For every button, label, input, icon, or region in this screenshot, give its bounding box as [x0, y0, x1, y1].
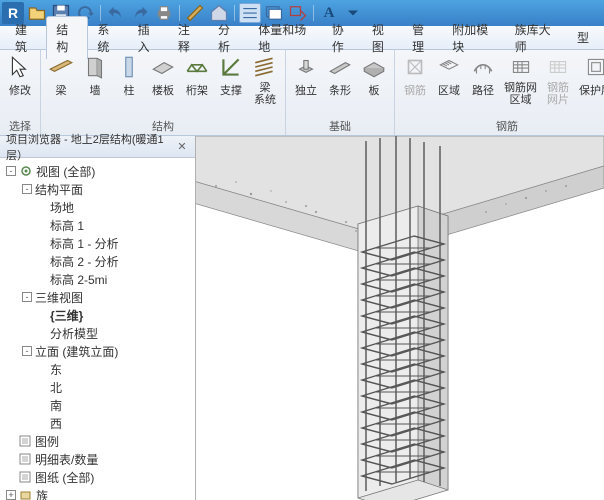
beam-system-icon: [252, 54, 278, 80]
tab-extra[interactable]: 型: [568, 25, 598, 50]
ribbon-group-structure: 梁 墙 柱 楼板 桁架 支撑 梁系统 结构: [41, 50, 286, 135]
tree-label: 明细表/数量: [35, 451, 98, 468]
ribbon: 修改 选择 梁 墙 柱 楼板 桁架 支撑 梁系统 结构 独立 条形 板 基础 钢…: [0, 50, 604, 136]
sheet-icon: [18, 453, 32, 465]
tree-row[interactable]: 标高 1: [2, 216, 193, 234]
tree-label: 标高 1 - 分析: [50, 235, 119, 252]
slab-button[interactable]: 板: [358, 52, 390, 100]
ribbon-group-rebar: 钢筋 区域 路径 钢筋网区域 钢筋网片 保护层 钢筋: [395, 50, 604, 135]
wall-button[interactable]: 墙: [79, 52, 111, 100]
brace-icon: [218, 54, 244, 80]
fabric-area-icon: [508, 54, 534, 80]
fabric-sheet-button[interactable]: 钢筋网片: [542, 52, 574, 108]
modify-label: 修改: [9, 82, 31, 98]
column-icon: [116, 54, 142, 80]
path-icon: [470, 54, 496, 80]
modify-button[interactable]: 修改: [4, 52, 36, 100]
tree-row[interactable]: 标高 2-5mi: [2, 270, 193, 288]
tree-label: 图纸 (全部): [35, 469, 94, 486]
browser-tree[interactable]: -视图 (全部)-结构平面 场地 标高 1 标高 1 - 分析 标高 2 - 分…: [0, 158, 195, 500]
beam-system-button[interactable]: 梁系统: [249, 52, 281, 108]
brace-button[interactable]: 支撑: [215, 52, 247, 100]
wall-icon: [82, 54, 108, 80]
tree-toggle-icon[interactable]: +: [6, 490, 16, 500]
cursor-icon: [7, 54, 33, 80]
cover-button[interactable]: 保护层: [576, 52, 604, 100]
tree-label: 南: [50, 397, 62, 414]
tree-row[interactable]: 图例: [2, 432, 193, 450]
tree-label: 标高 1: [50, 217, 84, 234]
tree-row[interactable]: - 视图 (全部): [2, 162, 193, 180]
beam-icon: [48, 54, 74, 80]
floor-button[interactable]: 楼板: [147, 52, 179, 100]
rebar-icon: [402, 54, 428, 80]
column-button[interactable]: 柱: [113, 52, 145, 100]
tree-label: 族: [36, 487, 48, 500]
ribbon-tabs: 建筑 结构 系统 插入 注释 分析 体量和场地 协作 视图 管理 附加模块 族库…: [0, 26, 604, 50]
fabric-sheet-icon: [545, 54, 571, 80]
tree-label: 图例: [35, 433, 59, 450]
browser-header[interactable]: 项目浏览器 - 地上2层结构(暖通1层） ✕: [0, 136, 195, 158]
tree-row[interactable]: {三维}: [2, 306, 193, 324]
tree-label: 西: [50, 415, 62, 432]
tree-label: 场地: [50, 199, 74, 216]
tree-label: 视图 (全部): [36, 163, 95, 180]
tree-toggle-icon[interactable]: -: [6, 166, 16, 176]
sheet-icon: [18, 471, 32, 483]
family-icon: [19, 489, 33, 500]
close-icon[interactable]: ✕: [175, 140, 189, 154]
project-browser: 项目浏览器 - 地上2层结构(暖通1层） ✕ -视图 (全部)-结构平面 场地 …: [0, 136, 196, 500]
sheet-icon: [18, 435, 32, 447]
group-label-rebar: 钢筋: [399, 116, 604, 135]
tree-row[interactable]: 明细表/数量: [2, 450, 193, 468]
tree-row[interactable]: 南: [2, 396, 193, 414]
isolated-icon: [293, 54, 319, 80]
isolated-button[interactable]: 独立: [290, 52, 322, 100]
area-icon: [436, 54, 462, 80]
tree-toggle-icon[interactable]: -: [22, 184, 32, 194]
model-canvas: [196, 136, 604, 500]
tree-row[interactable]: -结构平面: [2, 180, 193, 198]
tree-label: 北: [50, 379, 62, 396]
tree-row[interactable]: 标高 2 - 分析: [2, 252, 193, 270]
tree-label: 标高 2 - 分析: [50, 253, 119, 270]
tree-toggle-icon[interactable]: -: [22, 292, 32, 302]
floor-icon: [150, 54, 176, 80]
tree-label: 分析模型: [50, 325, 98, 342]
tree-row[interactable]: 场地: [2, 198, 193, 216]
tree-label: 三维视图: [35, 289, 83, 306]
cover-icon: [583, 54, 604, 80]
fabric-area-button[interactable]: 钢筋网区域: [501, 52, 540, 108]
beam-button[interactable]: 梁: [45, 52, 77, 100]
tree-row[interactable]: 图纸 (全部): [2, 468, 193, 486]
truss-button[interactable]: 桁架: [181, 52, 213, 100]
tree-row[interactable]: -三维视图: [2, 288, 193, 306]
tree-label: 结构平面: [35, 181, 83, 198]
tree-label: 标高 2-5mi: [50, 271, 107, 288]
group-label-foundation: 基础: [290, 116, 390, 135]
tree-label: 东: [50, 361, 62, 378]
tree-row[interactable]: +族: [2, 486, 193, 500]
strip-button[interactable]: 条形: [324, 52, 356, 100]
truss-icon: [184, 54, 210, 80]
ribbon-group-foundation: 独立 条形 板 基础: [286, 50, 395, 135]
slab-icon: [361, 54, 387, 80]
workspace: 项目浏览器 - 地上2层结构(暖通1层） ✕ -视图 (全部)-结构平面 场地 …: [0, 136, 604, 500]
tree-label: {三维}: [50, 307, 83, 324]
views-icon: [19, 165, 33, 177]
area-button[interactable]: 区域: [433, 52, 465, 100]
tree-row[interactable]: 西: [2, 414, 193, 432]
tree-toggle-icon[interactable]: -: [22, 346, 32, 356]
strip-icon: [327, 54, 353, 80]
tree-row[interactable]: 分析模型: [2, 324, 193, 342]
tree-row[interactable]: -立面 (建筑立面): [2, 342, 193, 360]
tree-row[interactable]: 标高 1 - 分析: [2, 234, 193, 252]
path-button[interactable]: 路径: [467, 52, 499, 100]
tree-row[interactable]: 东: [2, 360, 193, 378]
3d-viewport[interactable]: [196, 136, 604, 500]
rebar-button[interactable]: 钢筋: [399, 52, 431, 100]
tree-label: 立面 (建筑立面): [35, 343, 118, 360]
ribbon-group-select: 修改 选择: [0, 50, 41, 135]
tree-row[interactable]: 北: [2, 378, 193, 396]
